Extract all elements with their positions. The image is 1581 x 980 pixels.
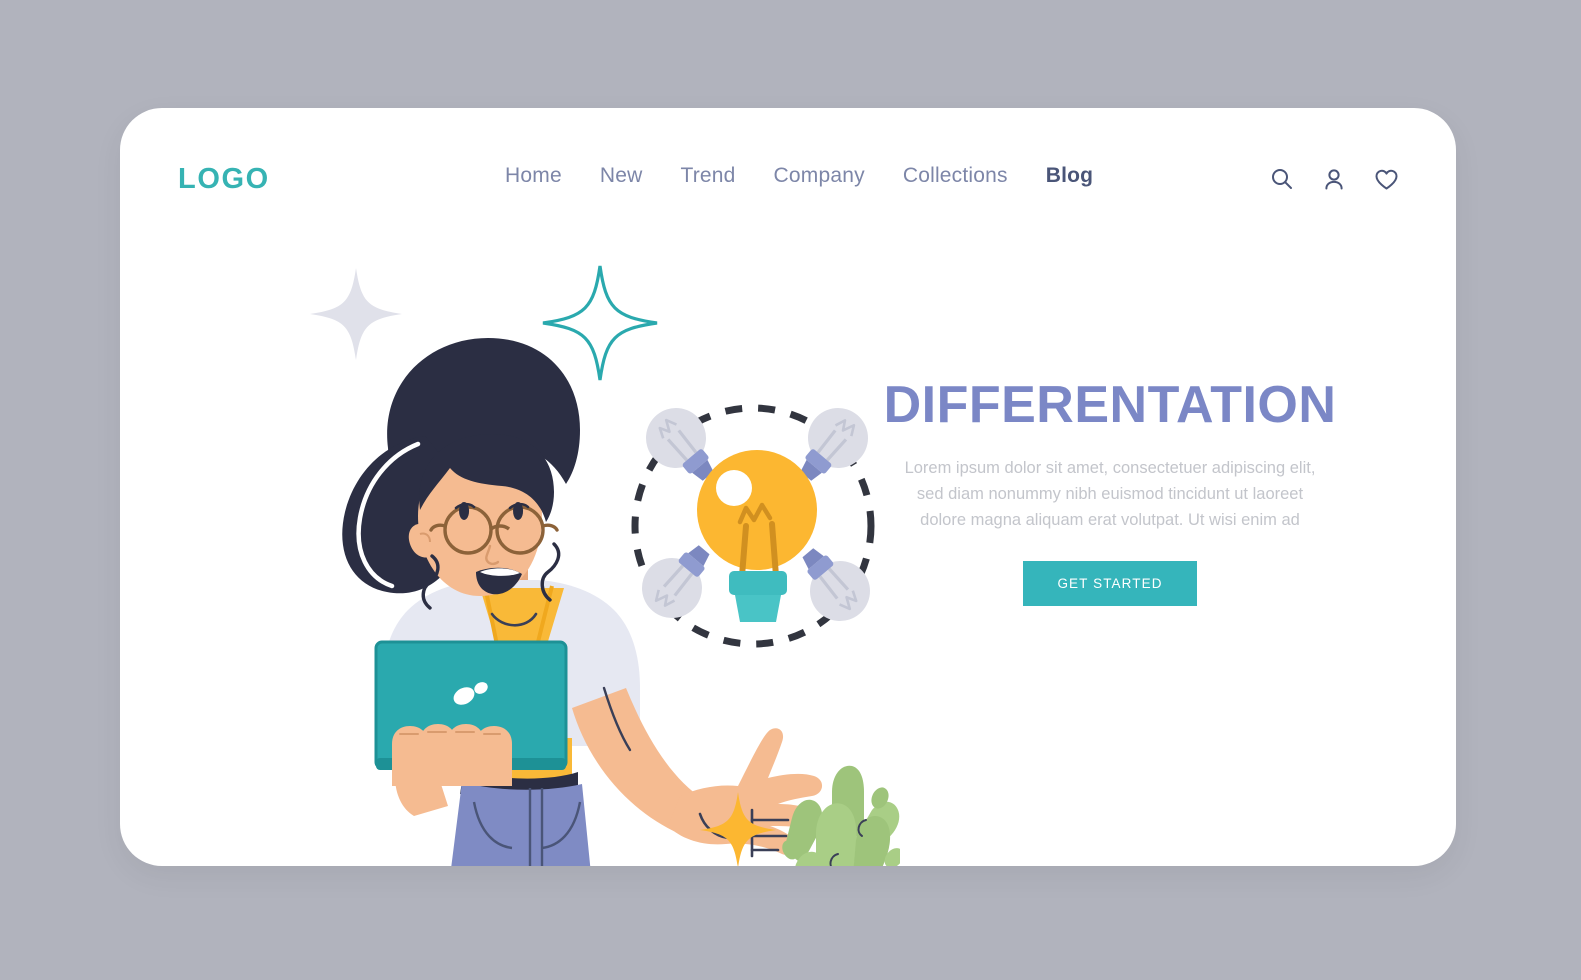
nav-item-blog[interactable]: Blog: [1046, 164, 1093, 188]
logo[interactable]: LOGO: [178, 163, 270, 196]
nav-item-trend[interactable]: Trend: [680, 164, 735, 188]
get-started-button[interactable]: GET STARTED: [1023, 560, 1197, 606]
site-header: LOGO Home New Trend Company Collections …: [120, 108, 1456, 258]
page-title: DIFFERENTATION: [883, 376, 1337, 434]
nav-item-home[interactable]: Home: [505, 164, 562, 188]
hero-content: DIFFERENTATION Lorem ipsum dolor sit ame…: [810, 378, 1410, 606]
landing-card: LOGO Home New Trend Company Collections …: [120, 108, 1456, 866]
header-icons: [1269, 166, 1400, 192]
sparkle-star-gray: [310, 268, 402, 360]
gripping-fingers: [392, 724, 512, 786]
hero-description: Lorem ipsum dolor sit amet, consectetuer…: [904, 458, 1316, 529]
main-navigation: Home New Trend Company Collections Blog: [505, 164, 1093, 188]
user-icon[interactable]: [1321, 166, 1347, 192]
bulb-center: [697, 450, 817, 622]
nav-item-company[interactable]: Company: [774, 164, 865, 188]
page-root: LOGO Home New Trend Company Collections …: [0, 0, 1581, 980]
sparkle-star-teal: [542, 265, 658, 381]
nav-item-new[interactable]: New: [600, 164, 643, 188]
search-icon[interactable]: [1269, 166, 1295, 192]
heart-icon[interactable]: [1373, 166, 1400, 192]
nav-item-collections[interactable]: Collections: [903, 164, 1008, 188]
hero-illustration: [180, 258, 900, 866]
